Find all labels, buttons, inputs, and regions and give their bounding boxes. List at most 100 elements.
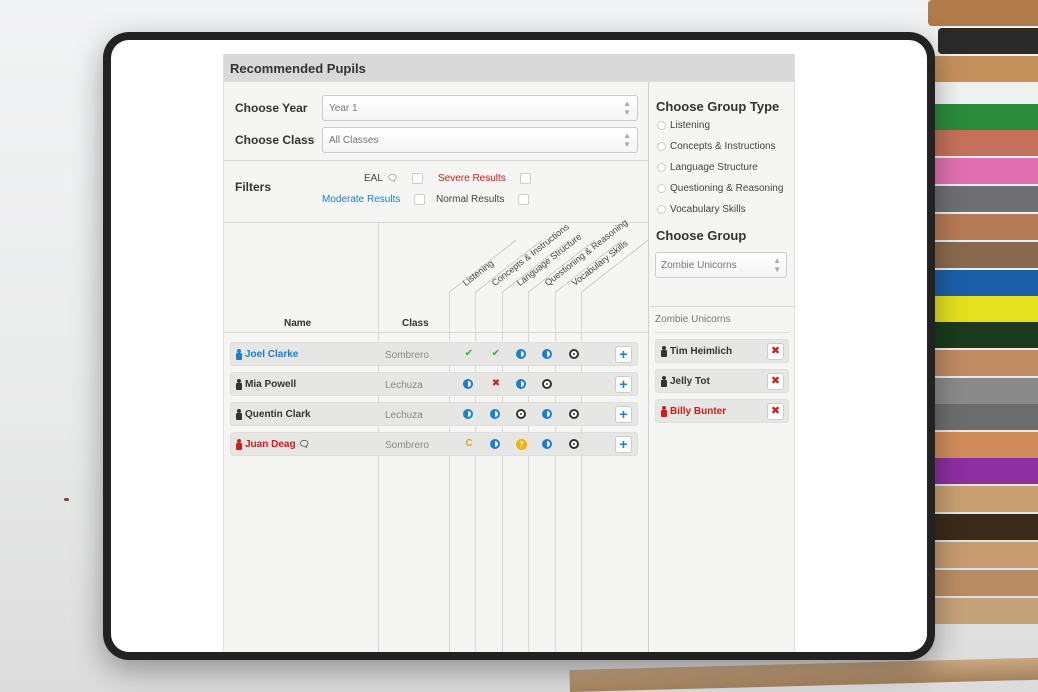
filter-moderate-checkbox[interactable] <box>414 194 426 205</box>
target-icon <box>542 379 552 389</box>
pupil-name[interactable]: Mia Powell <box>235 379 296 390</box>
app-window: Recommended Pupils Choose Year Year 1 ▲ ▼… <box>223 54 796 652</box>
filter-normal-label: Normal Results <box>436 194 505 205</box>
group-type-option[interactable]: Vocabulary Skills <box>657 204 746 215</box>
speck <box>64 498 69 501</box>
speech-bubble-icon: 🗨 <box>386 173 399 183</box>
person-icon <box>235 439 242 450</box>
group-member-name: Billy Bunter <box>660 406 726 417</box>
select-arrows-icon: ▲ ▼ <box>623 99 631 117</box>
check-icon: ✔ <box>491 348 501 359</box>
pupil-name-text: Quentin Clark <box>245 409 311 420</box>
remove-member-button[interactable]: ✖ <box>767 343 784 360</box>
person-icon <box>235 409 242 420</box>
add-pupil-button[interactable]: + <box>615 346 632 363</box>
group-type-option[interactable]: Language Structure <box>657 162 758 173</box>
pupil-class: Lechuza <box>385 410 423 421</box>
half-circle-icon <box>490 409 500 419</box>
speech-bubble-icon: 🗨 <box>298 439 311 449</box>
filters-label: Filters <box>235 180 272 194</box>
group-type-option-label: Questioning & Reasoning <box>670 183 784 194</box>
filter-eal-checkbox[interactable] <box>412 173 424 184</box>
divider <box>224 332 648 333</box>
class-column-header: Class <box>402 318 429 329</box>
filter-normal-checkbox[interactable] <box>518 194 530 205</box>
select-arrows-icon: ▲ ▼ <box>773 256 781 274</box>
group-member: Jelly Tot ✖ <box>655 369 789 393</box>
cross-icon: ✖ <box>491 378 501 389</box>
group-member-name: Jelly Tot <box>660 376 710 387</box>
add-pupil-button[interactable]: + <box>615 376 632 393</box>
filter-normal[interactable]: Normal Results <box>436 194 530 205</box>
select-arrows-icon: ▲ ▼ <box>623 131 631 149</box>
group-member-name-text: Jelly Tot <box>670 376 710 387</box>
group-type-option[interactable]: Concepts & Instructions <box>657 141 776 152</box>
question-icon: ? <box>516 439 527 450</box>
year-label: Choose Year <box>235 101 308 115</box>
remove-member-button[interactable]: ✖ <box>767 403 784 420</box>
person-icon <box>660 406 667 417</box>
group-member: Tim Heimlich ✖ <box>655 339 789 363</box>
pupil-row: Juan Deag 🗨 Sombrero C? + <box>230 432 638 456</box>
tablet-screen: Recommended Pupils Choose Year Year 1 ▲ ▼… <box>111 40 927 652</box>
year-select[interactable]: Year 1 ▲ ▼ <box>322 95 638 121</box>
pupil-name-text: Joel Clarke <box>245 349 299 360</box>
group-type-option-label: Vocabulary Skills <box>670 204 746 215</box>
filter-eal[interactable]: EAL 🗨 <box>364 173 424 184</box>
filter-severe-checkbox[interactable] <box>519 173 531 184</box>
pupil-panel: Choose Year Year 1 ▲ ▼ Choose Class All C… <box>224 82 649 652</box>
filter-severe[interactable]: Severe Results <box>438 173 531 184</box>
add-pupil-button[interactable]: + <box>615 406 632 423</box>
filter-moderate[interactable]: Moderate Results <box>322 194 426 205</box>
radio-button[interactable] <box>657 142 666 151</box>
cycle-icon: C <box>465 438 473 449</box>
group-member: Billy Bunter ✖ <box>655 399 789 423</box>
person-icon <box>660 376 667 387</box>
divider <box>655 332 789 333</box>
filter-moderate-label: Moderate Results <box>322 194 401 205</box>
check-icon: ✔ <box>464 348 474 359</box>
target-icon <box>569 349 579 359</box>
person-icon <box>660 346 667 357</box>
group-type-option-label: Listening <box>670 120 711 131</box>
divider <box>224 160 648 161</box>
half-circle-icon <box>516 349 526 359</box>
pupil-row: Mia Powell Lechuza ✖ + <box>230 372 638 396</box>
radio-button[interactable] <box>657 184 666 193</box>
group-member-name-text: Tim Heimlich <box>670 346 733 357</box>
half-circle-icon <box>463 409 473 419</box>
target-icon <box>569 439 579 449</box>
group-select[interactable]: Zombie Unicorns ▲ ▼ <box>655 252 787 278</box>
target-icon <box>516 409 526 419</box>
person-icon <box>235 379 242 390</box>
pupil-name[interactable]: Juan Deag 🗨 <box>235 439 310 450</box>
half-circle-icon <box>542 439 552 449</box>
pupil-name[interactable]: Quentin Clark <box>235 409 311 420</box>
page-title: Recommended Pupils <box>224 54 794 82</box>
class-value: All Classes <box>329 135 379 146</box>
group-type-option[interactable]: Questioning & Reasoning <box>657 183 783 194</box>
pupil-class: Sombrero <box>385 350 429 361</box>
half-circle-icon <box>542 349 552 359</box>
group-type-option-label: Language Structure <box>670 162 758 173</box>
pupil-name-text: Juan Deag <box>245 439 296 450</box>
group-member-name: Tim Heimlich <box>660 346 732 357</box>
name-column-header: Name <box>284 318 312 329</box>
pupil-class: Sombrero <box>385 440 429 451</box>
class-select[interactable]: All Classes ▲ ▼ <box>322 127 638 153</box>
group-type-option[interactable]: Listening <box>657 120 710 131</box>
remove-member-button[interactable]: ✖ <box>767 373 784 390</box>
half-circle-icon <box>463 379 473 389</box>
half-circle-icon <box>542 409 552 419</box>
pupil-name-text: Mia Powell <box>245 379 297 390</box>
pupil-row: Joel Clarke Sombrero ✔ ✔ + <box>230 342 638 366</box>
pupil-name[interactable]: Joel Clarke <box>235 349 298 360</box>
radio-button[interactable] <box>657 163 666 172</box>
radio-button[interactable] <box>657 205 666 214</box>
year-value: Year 1 <box>329 103 358 114</box>
group-title: Choose Group <box>656 228 747 243</box>
target-icon <box>569 409 579 419</box>
skill-header-listening: Listening <box>460 257 496 288</box>
add-pupil-button[interactable]: + <box>615 436 632 453</box>
radio-button[interactable] <box>657 121 666 130</box>
